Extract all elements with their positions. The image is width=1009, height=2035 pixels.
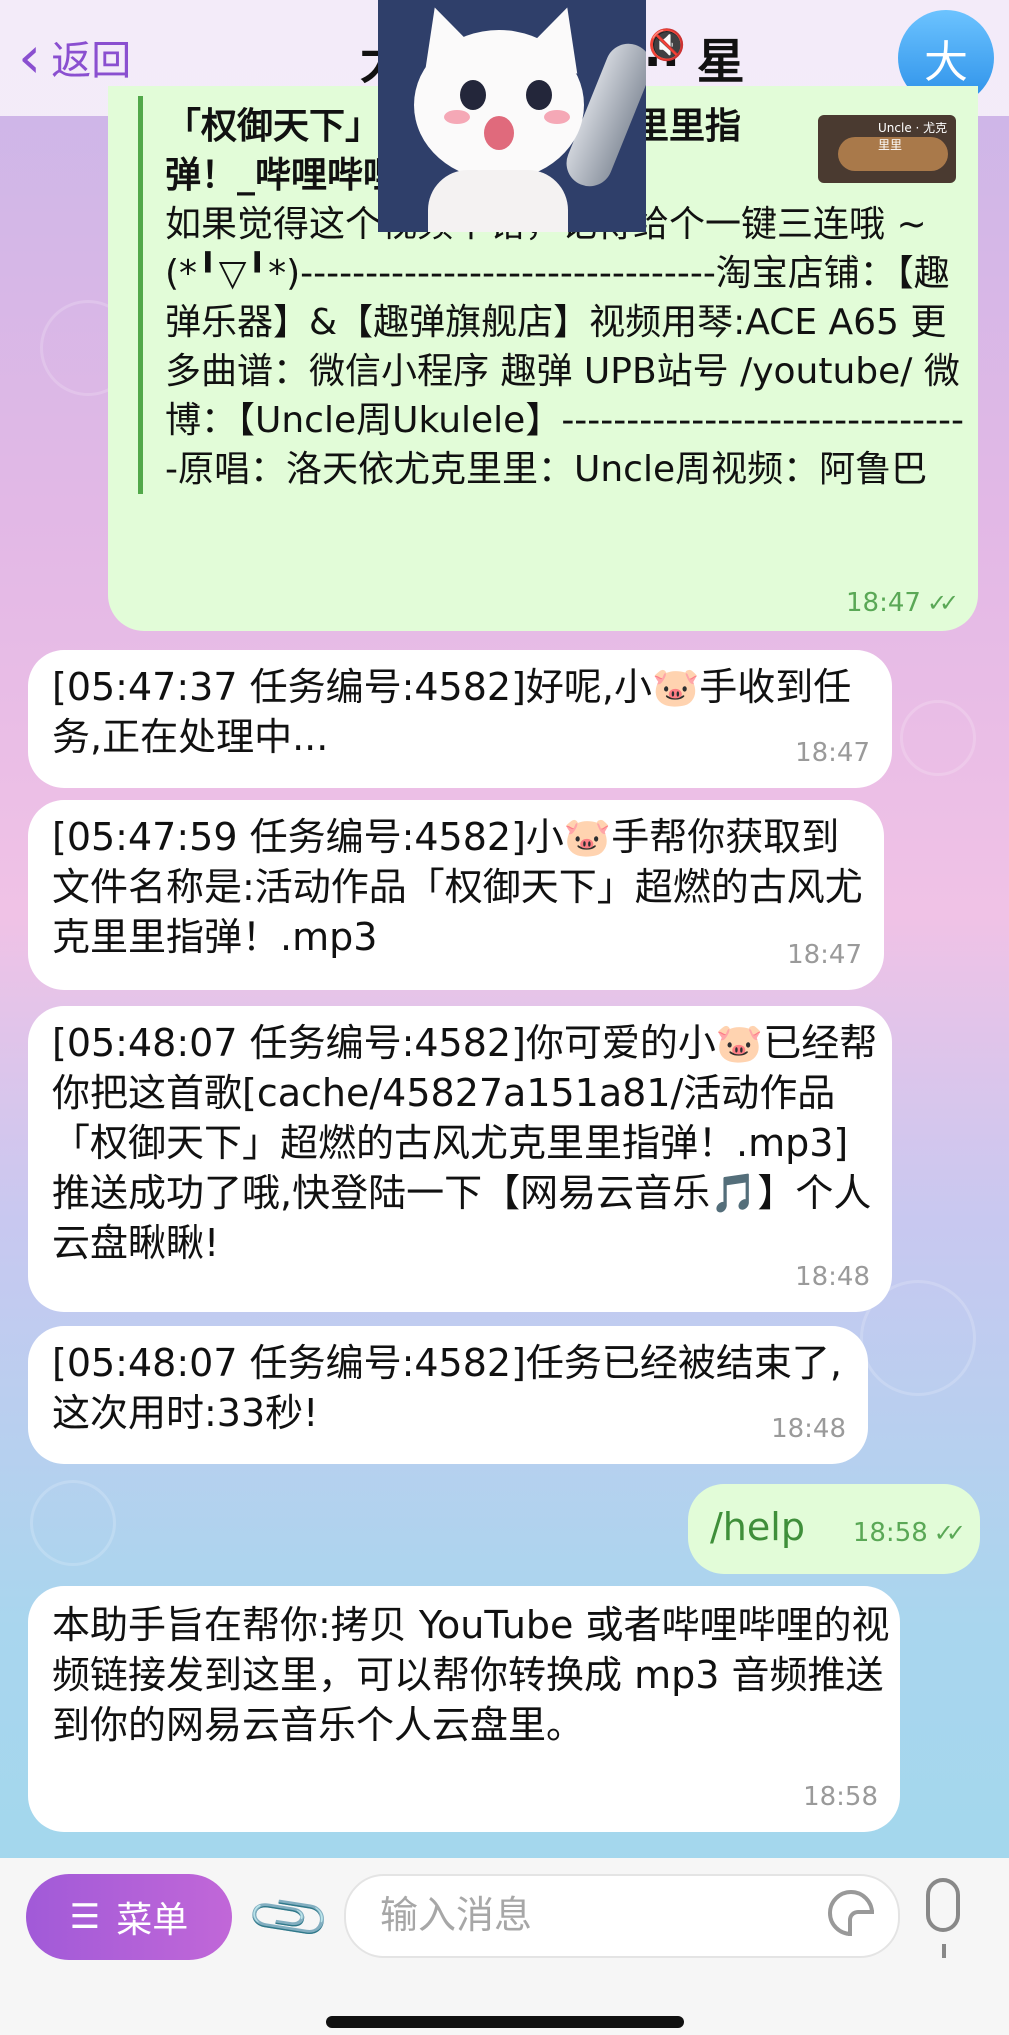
incoming-message[interactable]: [05:48:07 任务编号:4582]你可爱的小🐷已经帮你把这首歌[cache… (28, 1006, 892, 1312)
cat-mouth (484, 116, 514, 150)
message-input-wrapper (344, 1874, 900, 1958)
message-text: [05:48:07 任务编号:4582]你可爱的小🐷已经帮你把这首歌[cache… (52, 1021, 878, 1265)
message-time: 18:48 (771, 1414, 846, 1444)
incoming-message[interactable]: [05:48:07 任务编号:4582]任务已经被结束了,这次用时:33秒! 1… (28, 1326, 868, 1464)
cat-eye (526, 80, 552, 110)
read-ticks-icon: ✓✓ (933, 1519, 966, 1547)
message-text: [05:47:59 任务编号:4582]小🐷手帮你获取到文件名称是:活动作品「权… (52, 815, 863, 959)
sticker-icon[interactable] (828, 1890, 874, 1936)
background-doodle (30, 1480, 116, 1566)
message-time: 18:47 (846, 588, 921, 618)
attach-icon[interactable]: 📎 (243, 1872, 336, 1964)
cat-eye (460, 80, 486, 110)
back-label: 返回 (51, 38, 132, 84)
back-button[interactable]: ‹ 返回 (18, 28, 131, 86)
message-time: 18:47 (787, 940, 862, 970)
message-meta: 18:58 ✓✓ (852, 1508, 966, 1558)
cat-blush (444, 110, 470, 124)
thumbnail-label: Uncle · 尤克里里 (878, 121, 948, 152)
incoming-message[interactable]: [05:47:59 任务编号:4582]小🐷手帮你获取到文件名称是:活动作品「权… (28, 800, 884, 990)
read-ticks-icon: ✓✓ (926, 589, 959, 617)
message-time: 18:48 (795, 1262, 870, 1292)
incoming-message[interactable]: 本助手旨在帮你:拷贝 YouTube 或者哔哩哔哩的视频链接发到这里，可以帮你转… (28, 1586, 900, 1832)
message-text: [05:47:37 任务编号:4582]好呢,小🐷手收到任务,正在处理中... (52, 665, 852, 759)
home-indicator (326, 2016, 684, 2028)
cat-body (428, 170, 568, 232)
menu-icon: ☰ (69, 1897, 101, 1937)
message-time: 18:58 (852, 1518, 928, 1548)
link-preview-body: 如果觉得这个视频不错，记得给个一键三连哦 ~(*╹▽╹*)-----------… (165, 204, 965, 490)
background-doodle (900, 700, 976, 776)
message-time: 18:58 (803, 1782, 878, 1812)
outgoing-message[interactable]: /help 18:58 ✓✓ (688, 1484, 980, 1574)
message-text: [05:48:07 任务编号:4582]任务已经被结束了,这次用时:33秒! (52, 1341, 842, 1435)
mute-icon: 🔇 (648, 28, 686, 63)
message-meta: 18:47 ✓✓ (846, 588, 959, 618)
message-text: 本助手旨在帮你:拷贝 YouTube 或者哔哩哔哩的视频链接发到这里，可以帮你转… (52, 1603, 890, 1747)
composer-bar: ☰ 菜单 📎 (0, 1858, 1009, 2035)
menu-label: 菜单 (116, 1900, 189, 1941)
microphone-icon[interactable] (926, 1878, 960, 1958)
cat-head (414, 30, 584, 180)
message-time: 18:47 (795, 738, 870, 768)
cat-sticker-image (378, 0, 646, 232)
incoming-message[interactable]: [05:47:37 任务编号:4582]好呢,小🐷手收到任务,正在处理中... … (28, 650, 892, 788)
message-input[interactable] (378, 1892, 802, 1938)
menu-button[interactable]: ☰ 菜单 (26, 1874, 232, 1960)
cat-blush (544, 110, 570, 124)
chevron-left-icon: ‹ (18, 23, 42, 91)
video-thumbnail[interactable]: Uncle · 尤克里里 (818, 115, 956, 183)
message-text: /help (710, 1505, 805, 1549)
